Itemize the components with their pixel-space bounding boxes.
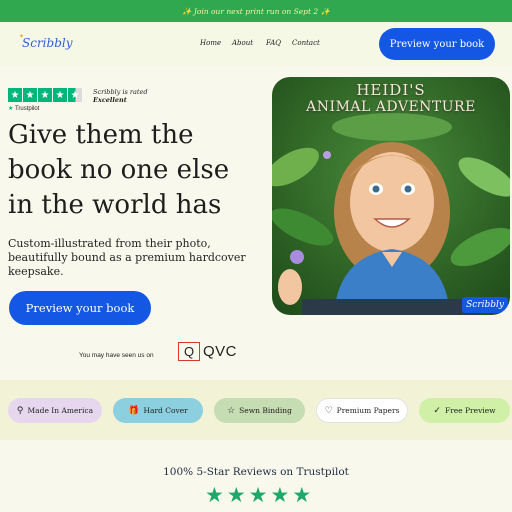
trustpilot-star-icon: ★: [38, 88, 52, 102]
qvc-logo-mark: Q: [178, 342, 200, 361]
feature-label: Hard Cover: [143, 406, 188, 415]
trustpilot-logo-star-icon: ★: [8, 106, 14, 112]
header-preview-button[interactable]: Preview your book: [379, 28, 495, 60]
feature-label: Made In America: [27, 406, 94, 415]
trustpilot-stars: ★ ★ ★ ★ ★: [8, 88, 82, 102]
reviews-heading: 100% 5-Star Reviews on Trustpilot: [163, 466, 349, 478]
review-star-icon: ★: [270, 484, 290, 507]
trustpilot-logo: ★ Trustpilot: [8, 106, 40, 112]
nav-home[interactable]: Home: [200, 39, 221, 47]
book-logo: Scribbly: [462, 297, 508, 313]
feature-pill-sewn-binding[interactable]: ☆ Sewn Binding: [214, 398, 305, 423]
qvc-logo-text: QVC: [203, 343, 238, 360]
heart-outline-icon: ♡: [324, 405, 333, 416]
trustpilot-star-icon: ★: [8, 88, 22, 102]
gift-icon: 🎁: [128, 405, 140, 416]
trustpilot-star-icon: ★: [53, 88, 67, 102]
trustpilot-star-icon: ★: [68, 88, 82, 102]
hero-subtitle: Custom-illustrated from their photo, bea…: [8, 237, 246, 278]
nav-contact[interactable]: Contact: [292, 39, 320, 47]
announcement-banner: ✨ Join our next print run on Sept 2 ✨: [0, 0, 512, 22]
rated-line: Scribbly is rated: [93, 88, 148, 96]
star-outline-icon: ☆: [227, 405, 236, 416]
feature-strip: ⚲ Made In America 🎁 Hard Cover ☆ Sewn Bi…: [0, 380, 512, 440]
book-title-subtitle: ANIMAL ADVENTURE: [306, 99, 476, 115]
hero-book-image: HEIDI'S ANIMAL ADVENTURE Scribbly: [272, 77, 510, 315]
hero-preview-button[interactable]: Preview your book: [9, 291, 151, 325]
seen-on-label: You may have seen us on: [79, 352, 154, 359]
review-star-icon: ★: [205, 484, 224, 507]
feature-pill-premium-papers[interactable]: ♡ Premium Papers: [316, 398, 408, 423]
review-star-icon: ★: [248, 484, 268, 507]
logo[interactable]: Scribbly: [22, 36, 73, 50]
announcement-text: ✨ Join our next print run on Sept 2 ✨: [182, 6, 330, 16]
review-stars: ★ ★ ★ ★ ★: [205, 485, 311, 506]
book-title-name: HEIDI'S: [356, 81, 426, 99]
trustpilot-star-icon: ★: [23, 88, 37, 102]
trustpilot-rating-text: Scribbly is rated Excellent: [93, 88, 148, 104]
feature-label: Sewn Binding: [239, 406, 292, 415]
nav-about[interactable]: About: [232, 39, 253, 47]
review-star-icon: ★: [226, 484, 246, 507]
rated-excellent: Excellent: [93, 96, 127, 104]
site-header: ✦ Scribbly Home About FAQ Contact Previe…: [0, 22, 512, 66]
nav-faq[interactable]: FAQ: [266, 39, 281, 47]
feature-label: Free Preview: [444, 406, 496, 415]
check-icon: ✓: [433, 405, 441, 416]
feature-label: Premium Papers: [336, 406, 400, 415]
review-star-icon: ★: [292, 484, 312, 507]
hero-headline: Give them the book no one else in the wo…: [8, 120, 230, 220]
map-pin-icon: ⚲: [16, 405, 24, 416]
feature-pill-made-in-america[interactable]: ⚲ Made In America: [8, 398, 102, 423]
feature-pill-free-preview[interactable]: ✓ Free Preview: [419, 398, 510, 423]
feature-pill-hard-cover[interactable]: 🎁 Hard Cover: [113, 398, 203, 423]
